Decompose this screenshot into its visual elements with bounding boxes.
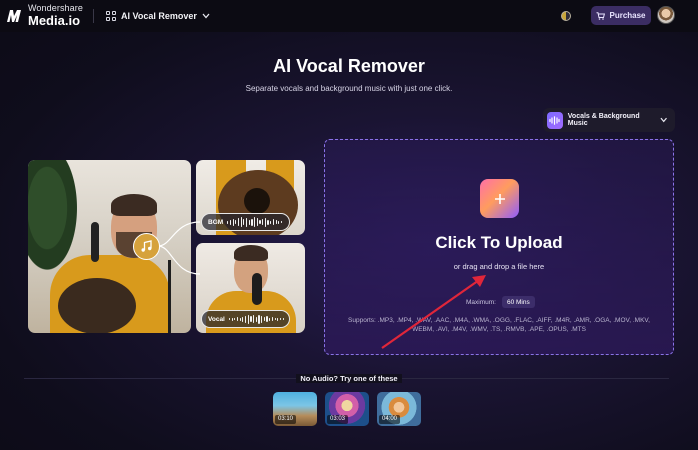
waveform-bar: [229, 219, 232, 225]
brand-company: Wondershare: [28, 3, 83, 13]
chevron-down-icon: [660, 117, 667, 123]
vocal-waveform-pill: Vocal: [201, 310, 290, 328]
waveform-icon: [227, 217, 283, 227]
bgm-label: BGM: [208, 218, 224, 226]
logo-icon[interactable]: [6, 9, 22, 23]
waveform-bar: [259, 220, 261, 224]
waveform-bar: [274, 318, 276, 320]
waveform-bar: [282, 318, 284, 320]
chevron-down-icon: [202, 13, 210, 19]
waveform-bar: [237, 218, 240, 226]
waveform-bar: [235, 220, 237, 224]
sample-thumbnail[interactable]: 03:03: [325, 392, 369, 426]
sample-duration: 04:00: [379, 415, 401, 424]
waveform-bar: [251, 218, 253, 226]
sample-thumbnail[interactable]: 04:00: [377, 392, 421, 426]
waveform-bar: [234, 318, 236, 320]
waveform-bar: [279, 318, 282, 320]
waveform-bar: [227, 220, 229, 224]
brand[interactable]: Wondershare Media.io: [28, 3, 83, 28]
waveform-bar: [278, 220, 280, 224]
theme-toggle-icon[interactable]: [561, 11, 571, 21]
sample-duration: 03:10: [275, 415, 297, 424]
waveform-bar: [232, 218, 234, 226]
waveform-bar: [280, 221, 283, 223]
bgm-waveform-pill: BGM: [201, 213, 290, 231]
samples-heading-text: No Audio? Try one of these: [296, 374, 402, 383]
plus-icon[interactable]: [480, 179, 519, 218]
tool-menu-dropdown[interactable]: AI Vocal Remover: [106, 8, 210, 24]
waveform-bar: [266, 316, 268, 322]
separation-mode-select[interactable]: Vocals & Background Music: [543, 108, 675, 132]
waveform-bar: [261, 315, 263, 323]
waveform-bar: [256, 218, 258, 226]
red-arrow-annotation: [381, 275, 486, 349]
sample-duration: 03:03: [327, 415, 349, 424]
waveform-bar: [270, 220, 272, 224]
waveform-bar: [236, 317, 239, 321]
waveform-bar: [245, 217, 248, 227]
waveform-bar: [247, 314, 249, 324]
waveform-bar: [244, 315, 247, 323]
nav-divider: [93, 9, 94, 23]
waveform-bar: [269, 317, 271, 321]
user-avatar[interactable]: [657, 6, 675, 24]
separation-mode-value: Vocals & Background Music: [567, 113, 640, 127]
purchase-button[interactable]: Purchase: [591, 6, 651, 25]
samples-heading: No Audio? Try one of these: [0, 374, 698, 383]
waveform-bar: [248, 219, 250, 225]
waveform-bar: [262, 219, 264, 225]
waveform-bar: [240, 217, 242, 227]
waveform-bar: [271, 317, 274, 321]
waveform-icon: [228, 314, 284, 324]
waveform-bar: [264, 217, 266, 227]
waveform-bar: [250, 316, 252, 322]
waveform-bar: [277, 317, 279, 321]
waveform-bar: [275, 220, 277, 224]
tool-menu-label: AI Vocal Remover: [121, 11, 197, 21]
sample-thumbnail[interactable]: 03:10: [273, 392, 317, 426]
page-title: AI Vocal Remover: [273, 56, 425, 76]
waveform-bar: [239, 317, 241, 321]
brand-product: Media.io: [28, 13, 81, 28]
max-duration-value: 60 Mins: [501, 296, 535, 308]
waveform-bar: [255, 316, 257, 322]
purchase-label: Purchase: [609, 11, 646, 20]
waveform-bar: [254, 217, 256, 227]
waveform-bar: [267, 219, 269, 225]
cart-icon: [596, 11, 606, 20]
top-navigation: Wondershare Media.io AI Vocal Remover Pu…: [0, 0, 698, 32]
waveform-bar: [242, 316, 244, 322]
waveform-bar: [253, 315, 255, 323]
apps-icon: [106, 11, 116, 21]
waveform-bar: [263, 317, 265, 321]
waveform-bar: [258, 314, 260, 324]
waveform-bar: [243, 219, 245, 225]
music-note-icon: [133, 233, 160, 260]
waveform-icon: [547, 111, 563, 129]
page-subtitle: Separate vocals and background music wit…: [245, 84, 453, 93]
waveform-bar: [228, 318, 231, 320]
waveform-bar: [231, 317, 233, 321]
vocal-label: Vocal: [208, 315, 225, 323]
waveform-bar: [272, 219, 275, 225]
upload-title[interactable]: Click To Upload: [324, 233, 674, 253]
